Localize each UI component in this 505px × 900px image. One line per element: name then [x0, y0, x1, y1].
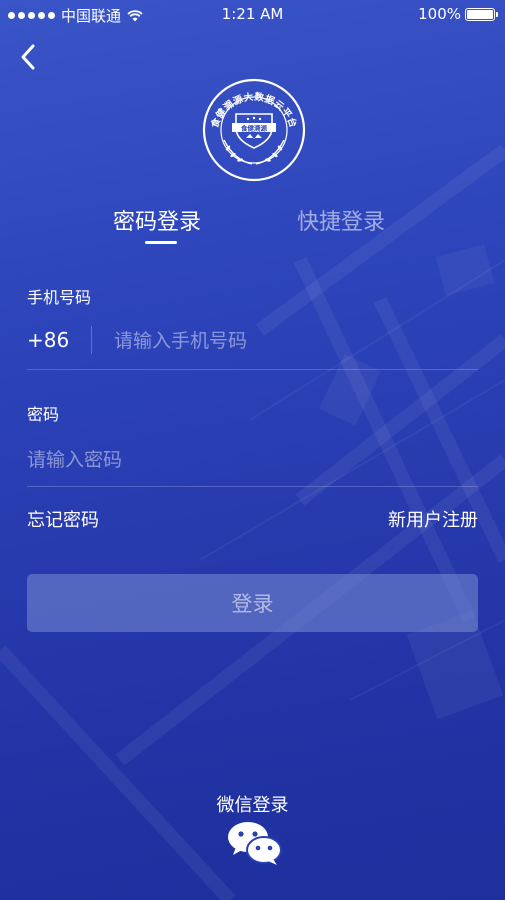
back-button[interactable] — [14, 40, 44, 74]
active-tab-indicator — [145, 241, 177, 244]
chevron-left-icon — [21, 44, 35, 70]
battery-icon — [465, 7, 498, 21]
password-label: 密码 — [27, 405, 60, 424]
phone-underline — [27, 369, 478, 370]
app-logo: 食健溯源大数据云平台 食健溯源 — [202, 78, 306, 182]
tab-quick-login[interactable]: 快捷登录 — [297, 204, 385, 236]
status-right: 100% — [418, 5, 498, 23]
country-code-divider — [91, 326, 92, 354]
logo-banner-text: 食健溯源 — [240, 124, 268, 133]
password-underline — [27, 486, 478, 487]
country-code[interactable]: +86 — [27, 328, 69, 352]
battery-percent: 100% — [418, 5, 461, 23]
wechat-login-label: 微信登录 — [216, 795, 289, 816]
phone-input[interactable] — [114, 326, 474, 356]
password-input[interactable] — [27, 445, 477, 475]
phone-label: 手机号码 — [27, 288, 92, 307]
register-link[interactable]: 新用户注册 — [388, 506, 478, 532]
battery-fill — [467, 9, 493, 19]
forgot-password-link[interactable]: 忘记密码 — [27, 506, 99, 532]
login-button[interactable]: 登录 — [27, 574, 478, 632]
status-bar: 中国联通 1:21 AM 100% — [0, 0, 505, 28]
wechat-icon[interactable] — [226, 820, 284, 866]
tab-password-login[interactable]: 密码登录 — [113, 204, 201, 236]
